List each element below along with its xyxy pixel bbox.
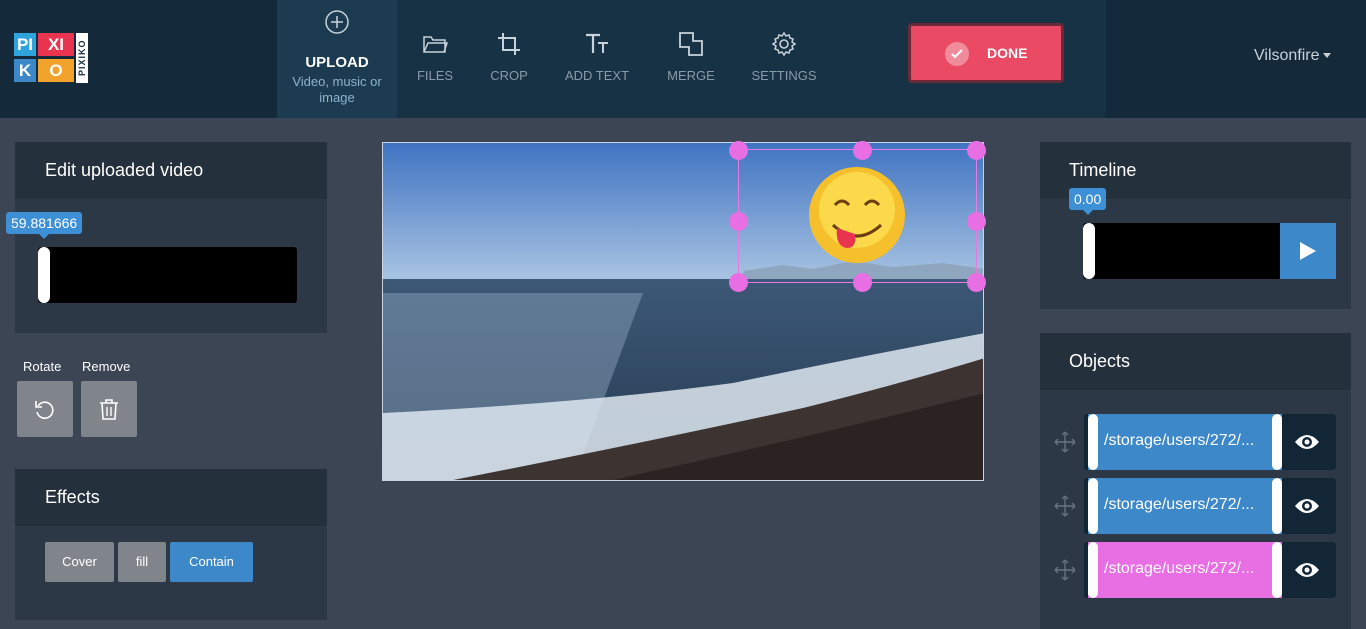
effect-cover-button[interactable]: Cover bbox=[45, 542, 114, 582]
object-bar[interactable]: /storage/users/272/... bbox=[1088, 478, 1282, 534]
logo-letters-xi: XI bbox=[38, 33, 74, 56]
add-text-button[interactable]: ADD TEXT bbox=[560, 0, 634, 118]
panel-title: Edit uploaded video bbox=[45, 160, 204, 180]
merge-button[interactable]: MERGE bbox=[662, 0, 720, 118]
remove-button[interactable] bbox=[81, 381, 137, 437]
object-handle-left[interactable] bbox=[1088, 414, 1098, 470]
object-handle-left[interactable] bbox=[1088, 478, 1098, 534]
edit-uploaded-video-panel: Edit uploaded video bbox=[15, 142, 327, 333]
panel-title: Objects bbox=[1069, 351, 1131, 371]
add-text-label: ADD TEXT bbox=[564, 68, 630, 83]
object-label: /storage/users/272/... bbox=[1104, 560, 1255, 577]
video-trim-track[interactable] bbox=[38, 247, 297, 303]
panel-title: Timeline bbox=[1069, 160, 1137, 180]
object-handle-left[interactable] bbox=[1088, 542, 1098, 598]
resize-handle-right[interactable] bbox=[967, 212, 986, 231]
logo-letter-k: K bbox=[14, 59, 36, 82]
resize-handle-bottom-left[interactable] bbox=[729, 273, 748, 292]
pixiko-logo[interactable]: PI XI K O PIXIKO bbox=[14, 33, 88, 83]
eye-icon[interactable] bbox=[1294, 560, 1320, 580]
object-label: /storage/users/272/... bbox=[1104, 496, 1255, 513]
object-bar[interactable]: /storage/users/272/... bbox=[1088, 414, 1282, 470]
timeline-track[interactable] bbox=[1083, 223, 1283, 279]
merge-icon bbox=[679, 32, 703, 56]
gear-icon bbox=[771, 31, 797, 57]
object-row[interactable]: /storage/users/272/... bbox=[1084, 414, 1336, 470]
effect-contain-button[interactable]: Contain bbox=[170, 542, 253, 582]
rotate-icon bbox=[35, 401, 54, 419]
logo-vertical-text: PIXIKO bbox=[76, 33, 88, 83]
files-button[interactable]: FILES bbox=[408, 0, 462, 118]
upload-button[interactable]: UPLOAD Video, music or image bbox=[277, 0, 397, 118]
crop-icon bbox=[498, 33, 520, 55]
upload-sublabel: Video, music or image bbox=[292, 74, 382, 105]
settings-button[interactable]: SETTINGS bbox=[748, 0, 820, 118]
object-label: /storage/users/272/... bbox=[1104, 432, 1255, 449]
resize-handle-bottom[interactable] bbox=[853, 273, 872, 292]
object-handle-right[interactable] bbox=[1272, 478, 1282, 534]
resize-handle-top[interactable] bbox=[853, 141, 872, 160]
resize-handle-bottom-right[interactable] bbox=[967, 273, 986, 292]
drag-handle-icon[interactable] bbox=[1054, 495, 1076, 517]
user-menu[interactable]: Vilsonfire bbox=[1254, 47, 1331, 65]
rotate-button[interactable] bbox=[17, 381, 73, 437]
panel-title: Effects bbox=[45, 487, 100, 507]
done-button[interactable]: DONE bbox=[908, 23, 1064, 83]
username: Vilsonfire bbox=[1254, 47, 1320, 64]
resize-handle-left[interactable] bbox=[729, 212, 748, 231]
crop-label: CROP bbox=[490, 68, 528, 83]
check-icon bbox=[945, 42, 969, 66]
object-row[interactable]: /storage/users/272/... bbox=[1084, 478, 1336, 534]
files-label: FILES bbox=[416, 68, 454, 83]
logo-letter-o: O bbox=[38, 59, 74, 82]
object-handle-right[interactable] bbox=[1272, 414, 1282, 470]
object-row[interactable]: /storage/users/272/... bbox=[1084, 542, 1336, 598]
timeline-handle[interactable] bbox=[1083, 223, 1095, 279]
object-handle-right[interactable] bbox=[1272, 542, 1282, 598]
rotate-label: Rotate bbox=[23, 359, 62, 374]
play-icon bbox=[1300, 242, 1316, 260]
caret-down-icon bbox=[1322, 53, 1331, 59]
merge-label: MERGE bbox=[667, 68, 715, 83]
plus-circle-icon bbox=[325, 10, 349, 34]
eye-icon[interactable] bbox=[1294, 432, 1320, 452]
object-bar[interactable]: /storage/users/272/... bbox=[1088, 542, 1282, 598]
done-label: DONE bbox=[987, 45, 1028, 61]
drag-handle-icon[interactable] bbox=[1054, 559, 1076, 581]
play-button[interactable] bbox=[1280, 223, 1336, 279]
trash-icon bbox=[100, 399, 118, 420]
resize-handle-top-right[interactable] bbox=[967, 141, 986, 160]
folder-icon bbox=[423, 36, 449, 53]
logo-letters-pi: PI bbox=[14, 33, 36, 56]
timeline-value-tooltip: 0.00 bbox=[1069, 188, 1107, 215]
remove-label: Remove bbox=[82, 359, 131, 374]
text-icon bbox=[586, 33, 608, 53]
drag-handle-icon[interactable] bbox=[1054, 431, 1076, 453]
selection-box[interactable] bbox=[738, 149, 977, 283]
position-tooltip: 59.881666 bbox=[6, 212, 83, 239]
effect-fill-button[interactable]: fill bbox=[118, 542, 166, 582]
resize-handle-top-left[interactable] bbox=[729, 141, 748, 160]
upload-label: UPLOAD bbox=[305, 54, 369, 71]
crop-button[interactable]: CROP bbox=[482, 0, 536, 118]
settings-label: SETTINGS bbox=[751, 68, 817, 83]
eye-icon[interactable] bbox=[1294, 496, 1320, 516]
trim-handle[interactable] bbox=[38, 247, 50, 303]
